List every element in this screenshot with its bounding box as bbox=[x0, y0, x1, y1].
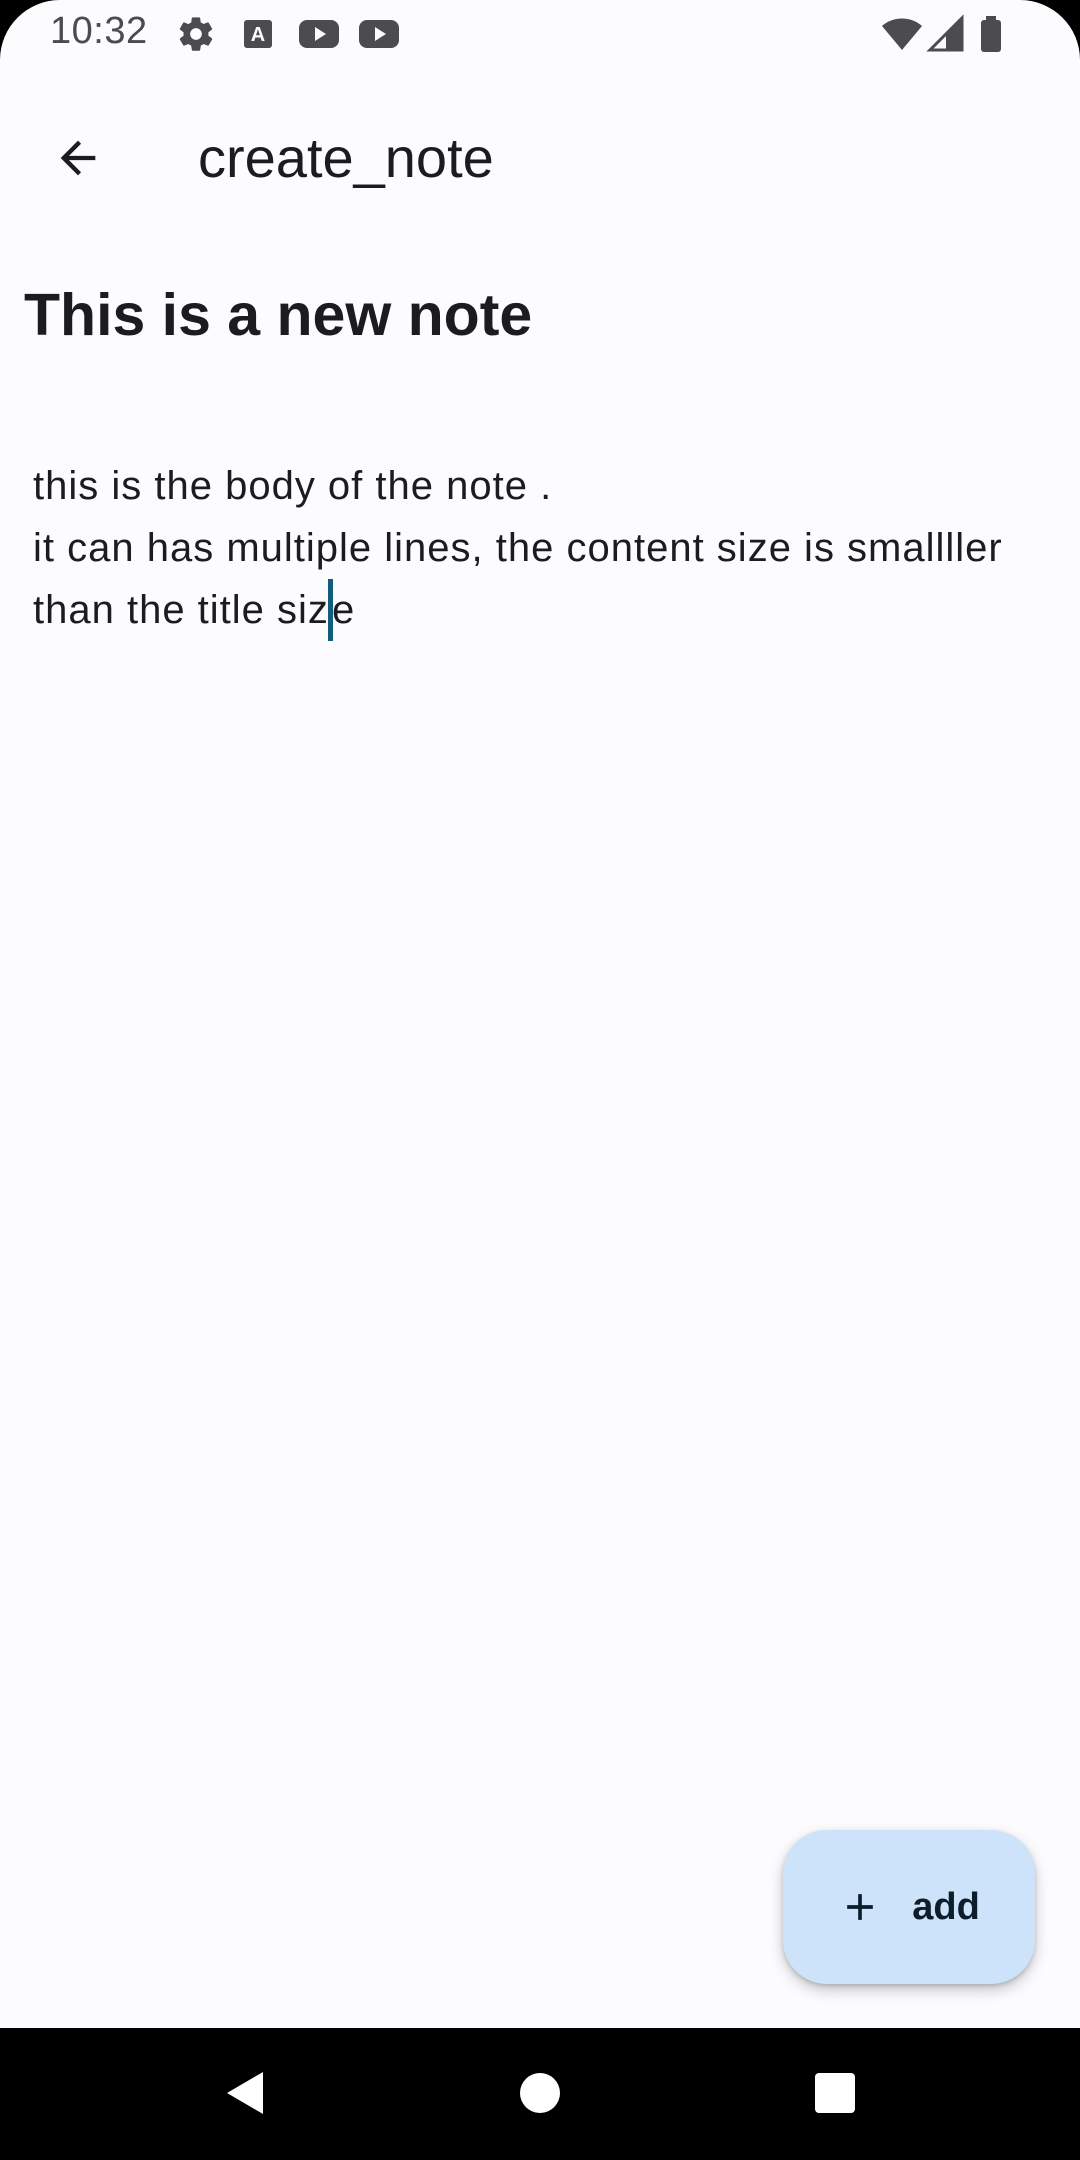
status-bar: 10:32 A bbox=[0, 0, 1080, 68]
note-body-text-after-cursor: e bbox=[331, 588, 356, 632]
back-button[interactable] bbox=[30, 110, 126, 206]
battery-icon bbox=[981, 16, 1001, 52]
note-title-field[interactable]: This is a new note bbox=[24, 270, 1054, 360]
note-body-line: than the title size bbox=[33, 579, 1063, 641]
nav-back-button[interactable] bbox=[210, 2058, 280, 2128]
back-triangle-icon bbox=[227, 2072, 263, 2114]
plus-icon bbox=[847, 1894, 874, 1920]
add-button-label: add bbox=[912, 1885, 980, 1928]
page-title: create_note bbox=[198, 126, 494, 189]
arrow-back-icon bbox=[60, 140, 96, 176]
recents-square-icon bbox=[815, 2073, 855, 2113]
status-time: 10:32 bbox=[50, 10, 148, 52]
add-button[interactable]: add bbox=[783, 1830, 1035, 1984]
svg-text:A: A bbox=[251, 24, 265, 46]
youtube-icon bbox=[359, 20, 399, 48]
home-circle-icon bbox=[520, 2073, 560, 2113]
nav-home-button[interactable] bbox=[505, 2058, 575, 2128]
youtube-icon bbox=[299, 20, 339, 48]
note-body-line: it can has multiple lines, the content s… bbox=[33, 526, 1003, 570]
app-bar: create_note bbox=[0, 68, 1080, 218]
gear-icon bbox=[179, 17, 213, 51]
screen: 10:32 A create_note This is a new note t… bbox=[0, 0, 1080, 2160]
wifi-icon bbox=[882, 18, 922, 50]
signal-icon bbox=[926, 14, 964, 52]
nav-recents-button[interactable] bbox=[800, 2058, 870, 2128]
navigation-bar bbox=[0, 2028, 1080, 2160]
text-a-icon: A bbox=[244, 20, 272, 48]
note-body-field[interactable]: this is the body of the note . it can ha… bbox=[33, 455, 1063, 641]
note-body-text-before-cursor: than the title siz bbox=[33, 588, 329, 632]
note-body-line: this is the body of the note . bbox=[33, 464, 553, 508]
